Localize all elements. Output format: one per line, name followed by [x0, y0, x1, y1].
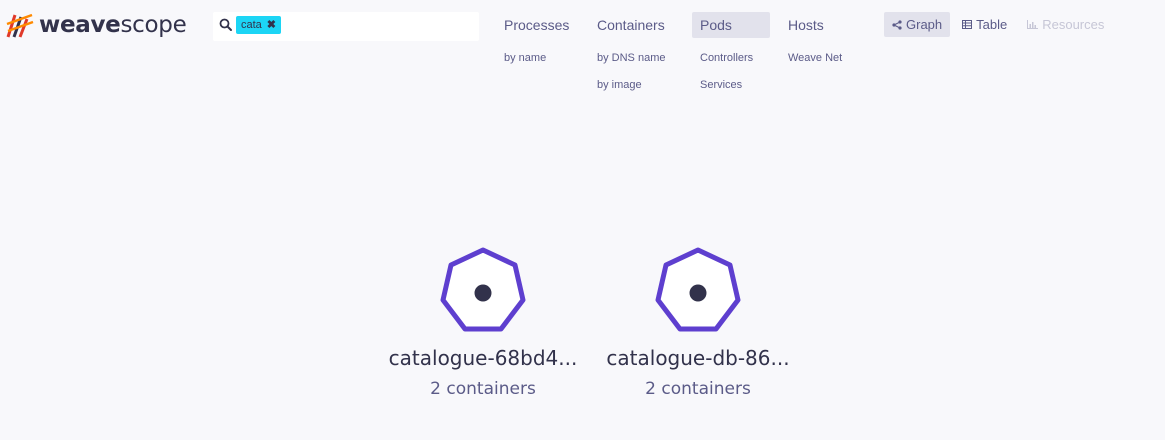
topology-processes: Processes by name — [496, 12, 577, 65]
logo-text: weavescope — [39, 11, 187, 39]
topology-pods: Pods Controllers Services — [692, 12, 770, 92]
topology-containers: Containers by DNS name by image — [589, 12, 673, 92]
resources-view-button[interactable]: Resources — [1019, 12, 1112, 37]
pod-node[interactable]: catalogue-68bd4... 2 containers — [373, 246, 593, 399]
search-term-tag[interactable]: cata ✖ — [236, 16, 282, 34]
search-bar[interactable]: cata ✖ — [213, 12, 479, 41]
node-sublabel: 2 containers — [645, 379, 751, 399]
weavescope-logo: weavescope — [6, 11, 187, 39]
view-mode-selector: Graph Table Resources — [884, 12, 1112, 37]
node-label: catalogue-db-86... — [606, 346, 790, 370]
weave-logo-icon — [6, 13, 34, 38]
topology-containers-by-dns-name[interactable]: by DNS name — [589, 51, 673, 65]
topology-processes-by-name[interactable]: by name — [496, 51, 577, 65]
topology-containers-button[interactable]: Containers — [589, 12, 673, 38]
graph-view-label: Graph — [906, 17, 943, 32]
pod-node[interactable]: catalogue-db-86... 2 containers — [588, 246, 808, 399]
logo-text-bold: weave — [39, 12, 121, 38]
remove-term-icon[interactable]: ✖ — [267, 16, 276, 34]
pod-heptagon-icon — [440, 247, 526, 332]
graph-icon — [892, 19, 902, 30]
topology-hosts-weave-net[interactable]: Weave Net — [780, 51, 850, 65]
table-view-label: Table — [976, 17, 1008, 32]
topology-processes-button[interactable]: Processes — [496, 12, 577, 38]
pod-heptagon-icon — [655, 247, 741, 332]
topology-pods-services[interactable]: Services — [692, 78, 770, 92]
logo-text-light: scope — [120, 12, 187, 38]
table-view-button[interactable]: Table — [954, 12, 1015, 37]
topology-pods-controllers[interactable]: Controllers — [692, 51, 770, 65]
search-icon — [219, 18, 232, 31]
topology-pods-button[interactable]: Pods — [692, 12, 770, 38]
bar-chart-icon — [1027, 20, 1039, 29]
graph-view-button[interactable]: Graph — [884, 12, 951, 37]
node-sublabel: 2 containers — [430, 379, 536, 399]
table-icon — [962, 20, 973, 29]
node-label: catalogue-68bd4... — [388, 346, 578, 370]
topology-hosts-button[interactable]: Hosts — [780, 12, 832, 38]
search-term-label: cata — [241, 19, 262, 31]
topology-containers-by-image[interactable]: by image — [589, 78, 673, 92]
resources-view-label: Resources — [1042, 17, 1105, 32]
search-input[interactable] — [293, 16, 477, 38]
topology-hosts: Hosts Weave Net — [780, 12, 850, 65]
